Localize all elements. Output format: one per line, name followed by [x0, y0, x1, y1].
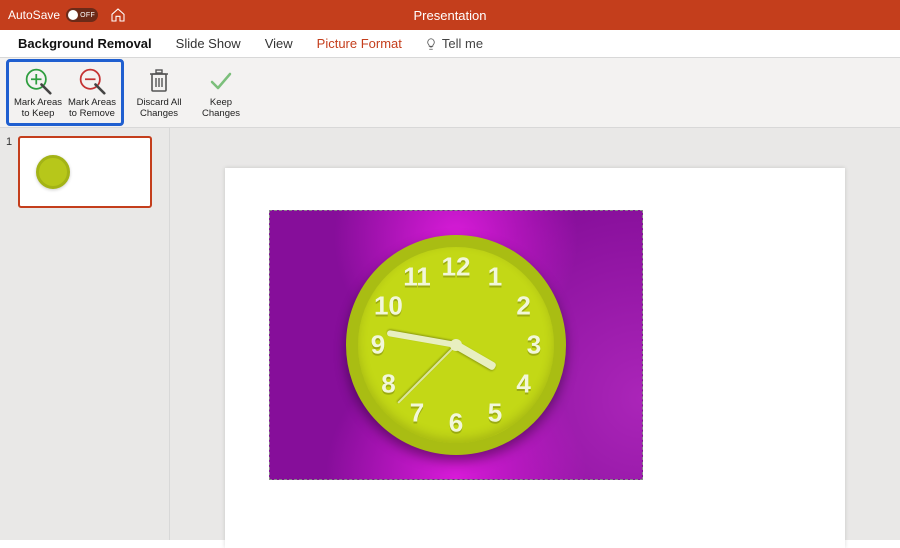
mark-areas-to-remove-button[interactable]: Mark Areasto Remove — [65, 64, 119, 121]
mark-remove-icon — [78, 67, 106, 95]
clock-center-pin — [450, 339, 462, 351]
slide-thumbnail-panel[interactable]: 1 — [0, 128, 170, 540]
tab-view[interactable]: View — [253, 36, 305, 51]
workspace: 1 121234567891011 — [0, 128, 900, 540]
clock-number: 1 — [488, 262, 502, 293]
ribbon-highlight-mark-tools: Mark Areasto Keep Mark Areasto Remove — [6, 59, 124, 126]
mark-keep-label: Mark Areasto Keep — [14, 98, 62, 119]
clock-number: 12 — [442, 252, 471, 283]
slide-canvas-area[interactable]: 12 12 3 45678 9 1011 — [170, 128, 900, 540]
clock-number: 10 — [374, 291, 403, 322]
document-title: Presentation — [414, 8, 487, 23]
mark-keep-icon — [24, 67, 52, 95]
discard-label: Discard AllChanges — [137, 98, 182, 119]
slide-number: 1 — [6, 136, 14, 208]
ribbon-toolbar: Mark Areasto Keep Mark Areasto Remove — [0, 58, 900, 128]
mark-areas-to-keep-button[interactable]: Mark Areasto Keep — [11, 64, 65, 121]
keep-label: KeepChanges — [202, 98, 240, 119]
autosave-knob — [68, 10, 78, 20]
selected-picture[interactable]: 12 12 3 45678 9 1011 — [269, 210, 643, 480]
clock-second-hand — [397, 344, 456, 403]
mini-clock-icon — [36, 155, 70, 189]
clock-number: 2 — [516, 291, 530, 322]
lightbulb-icon — [424, 37, 438, 51]
clock-number: 4 — [516, 369, 530, 400]
discard-all-changes-button[interactable]: Discard AllChanges — [132, 64, 186, 121]
trash-icon — [147, 68, 171, 94]
slide-1-thumbnail[interactable] — [18, 136, 152, 208]
autosave-switch[interactable]: OFF — [66, 8, 98, 22]
home-button[interactable] — [110, 7, 126, 23]
clock-number: 11 — [403, 262, 431, 293]
clock-number: 5 — [488, 397, 502, 428]
clock-number: 8 — [381, 369, 395, 400]
home-icon — [110, 7, 126, 23]
keep-changes-button[interactable]: KeepChanges — [194, 64, 248, 121]
clock-image: 12 12 3 45678 9 1011 — [346, 235, 566, 455]
tab-slide-show[interactable]: Slide Show — [164, 36, 253, 51]
tab-background-removal[interactable]: Background Removal — [6, 36, 164, 51]
clock-number: 7 — [410, 397, 424, 428]
autosave-toggle[interactable]: AutoSave OFF — [8, 8, 98, 22]
clock-number: 3 — [527, 330, 541, 361]
title-bar: AutoSave OFF Presentation — [0, 0, 900, 30]
autosave-state: OFF — [80, 12, 95, 19]
mark-remove-label: Mark Areasto Remove — [68, 98, 116, 119]
clock-number: 6 — [449, 408, 463, 439]
autosave-label: AutoSave — [8, 8, 60, 22]
clock-minute-hand — [387, 330, 457, 348]
tab-picture-format[interactable]: Picture Format — [305, 36, 414, 51]
slide[interactable]: 12 12 3 45678 9 1011 — [225, 168, 845, 548]
checkmark-icon — [208, 68, 234, 94]
tell-me-label: Tell me — [442, 36, 483, 51]
clock-number: 9 — [371, 330, 385, 361]
slide-thumbnail-row: 1 — [6, 136, 163, 208]
menu-bar: Background Removal Slide Show View Pictu… — [0, 30, 900, 58]
tell-me-search[interactable]: Tell me — [414, 36, 493, 51]
